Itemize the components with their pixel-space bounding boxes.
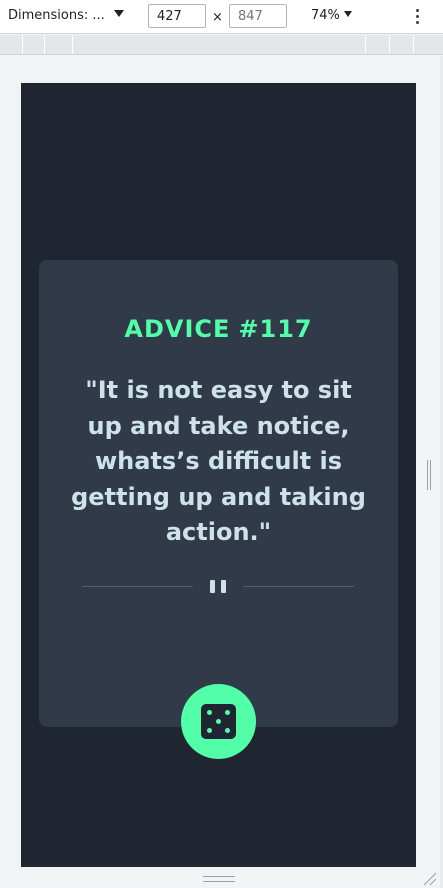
more-options-icon[interactable] [414, 9, 420, 25]
media-query-segment[interactable] [365, 35, 386, 54]
new-advice-button[interactable] [181, 684, 256, 759]
resize-handle-bottom[interactable] [203, 876, 235, 882]
media-query-segment[interactable] [44, 35, 65, 54]
media-query-segment[interactable] [413, 35, 434, 54]
width-input[interactable] [148, 4, 206, 28]
dice-icon [201, 704, 236, 739]
advice-heading: ADVICE #117 [39, 315, 398, 343]
chevron-down-icon[interactable] [114, 10, 124, 17]
media-query-segment[interactable] [389, 35, 410, 54]
divider-line [243, 586, 354, 587]
advice-card: ADVICE #117 "It is not easy to sit up and… [39, 260, 398, 759]
device-toolbar: Dimensions: ... × 74% [0, 0, 443, 34]
media-query-bar[interactable] [0, 35, 443, 55]
pattern-divider [82, 574, 354, 596]
dimensions-dropdown[interactable]: Dimensions: ... [8, 8, 105, 23]
advice-number: #117 [238, 315, 313, 343]
chevron-down-icon[interactable] [344, 11, 352, 17]
times-symbol: × [212, 10, 223, 25]
pause-icon [208, 580, 228, 593]
resize-corner-icon[interactable] [421, 870, 437, 886]
height-input[interactable] [229, 4, 287, 28]
advice-label: ADVICE [124, 315, 231, 343]
device-viewport: ADVICE #117 "It is not easy to sit up and… [21, 83, 416, 867]
divider-line [82, 586, 193, 587]
zoom-dropdown[interactable]: 74% [311, 8, 340, 23]
media-query-segment[interactable] [22, 35, 43, 54]
media-query-segment[interactable] [72, 35, 83, 54]
resize-handle-right[interactable] [427, 460, 431, 490]
advice-quote: "It is not easy to sit up and take notic… [71, 376, 366, 546]
